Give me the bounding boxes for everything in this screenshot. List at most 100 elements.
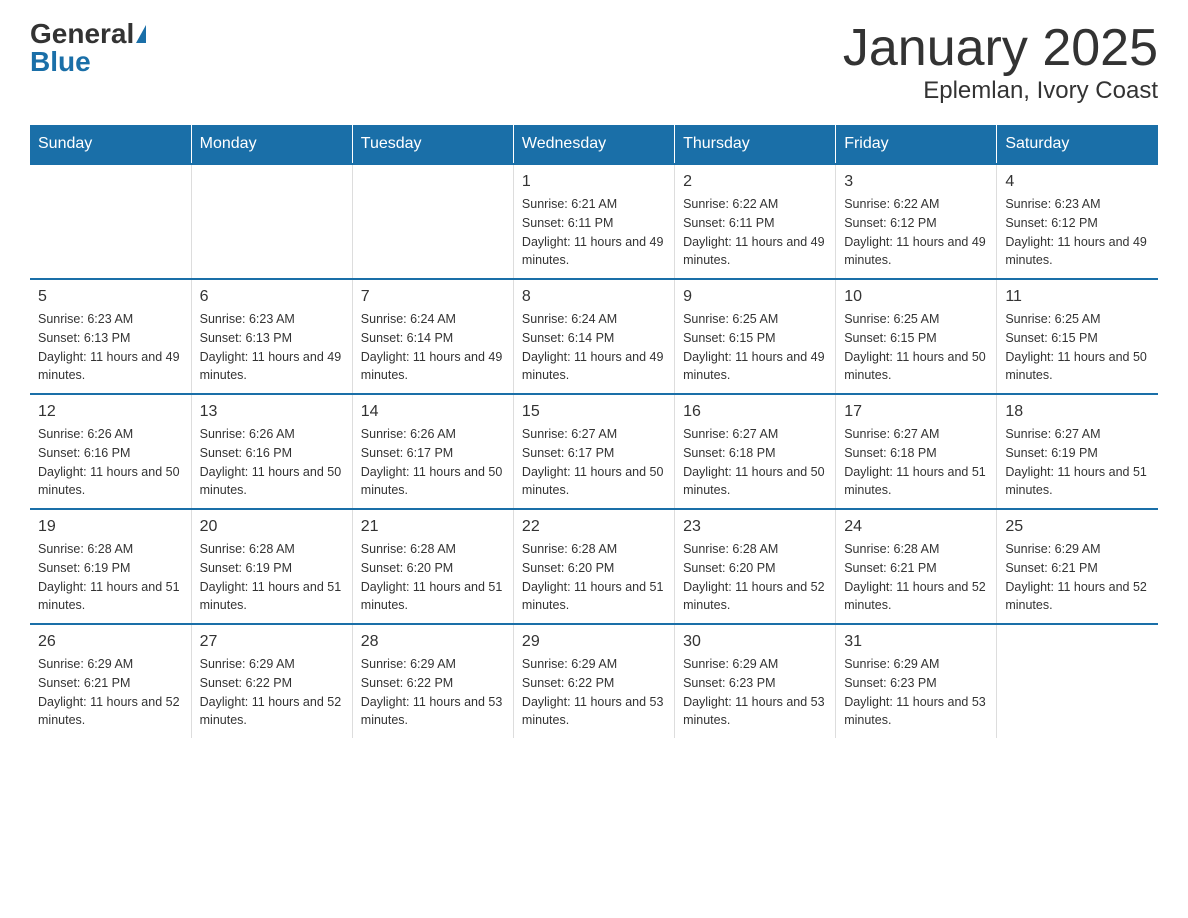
- calendar-cell: 8 Sunrise: 6:24 AM Sunset: 6:14 PM Daylig…: [513, 279, 674, 394]
- day-info: Sunrise: 6:28 AM Sunset: 6:20 PM Dayligh…: [683, 540, 827, 615]
- calendar-cell: 12Sunrise: 6:26 AM Sunset: 6:16 PM Dayli…: [30, 394, 191, 509]
- logo-triangle-icon: [136, 25, 146, 43]
- day-info: Sunrise: 6:29 AM Sunset: 6:23 PM Dayligh…: [683, 655, 827, 730]
- calendar-cell: 17 Sunrise: 6:27 AM Sunset: 6:18 PM Dayli…: [836, 394, 997, 509]
- calendar-cell: 3Sunrise: 6:22 AM Sunset: 6:12 PM Daylig…: [836, 164, 997, 279]
- day-number: 8: [522, 288, 666, 306]
- day-of-week-header: Wednesday: [513, 125, 674, 164]
- calendar-table: SundayMondayTuesdayWednesdayThursdayFrid…: [30, 125, 1158, 738]
- day-info: Sunrise: 6:27 AM Sunset: 6:19 PM Dayligh…: [1005, 425, 1150, 500]
- day-number: 20: [200, 518, 344, 536]
- day-info: Sunrise: 6:27 AM Sunset: 6:18 PM Dayligh…: [844, 425, 988, 500]
- day-number: 11: [1005, 288, 1150, 306]
- day-info: Sunrise: 6:29 AM Sunset: 6:23 PM Dayligh…: [844, 655, 988, 730]
- calendar-cell: 1 Sunrise: 6:21 AM Sunset: 6:11 PM Daylig…: [513, 164, 674, 279]
- logo-general-text: General: [30, 20, 134, 48]
- day-info: Sunrise: 6:24 AM Sunset: 6:14 PM Dayligh…: [522, 310, 666, 385]
- day-info: Sunrise: 6:21 AM Sunset: 6:11 PM Dayligh…: [522, 195, 666, 270]
- day-number: 21: [361, 518, 505, 536]
- calendar-cell: 6Sunrise: 6:23 AM Sunset: 6:13 PM Daylig…: [191, 279, 352, 394]
- day-number: 4: [1005, 173, 1150, 191]
- calendar-cell: 19 Sunrise: 6:28 AM Sunset: 6:19 PM Dayli…: [30, 509, 191, 624]
- logo-blue-text: Blue: [30, 48, 91, 76]
- calendar-cell: 22 Sunrise: 6:28 AM Sunset: 6:20 PM Dayli…: [513, 509, 674, 624]
- day-info: Sunrise: 6:23 AM Sunset: 6:13 PM Dayligh…: [38, 310, 183, 385]
- calendar-week-row: 19 Sunrise: 6:28 AM Sunset: 6:19 PM Dayli…: [30, 509, 1158, 624]
- calendar-cell: 27Sunrise: 6:29 AM Sunset: 6:22 PM Dayli…: [191, 624, 352, 738]
- day-of-week-header: Monday: [191, 125, 352, 164]
- calendar-cell: [352, 164, 513, 279]
- calendar-cell: 4 Sunrise: 6:23 AM Sunset: 6:12 PM Daylig…: [997, 164, 1158, 279]
- day-info: Sunrise: 6:27 AM Sunset: 6:18 PM Dayligh…: [683, 425, 827, 500]
- day-info: Sunrise: 6:22 AM Sunset: 6:11 PM Dayligh…: [683, 195, 827, 270]
- day-info: Sunrise: 6:27 AM Sunset: 6:17 PM Dayligh…: [522, 425, 666, 500]
- day-of-week-header: Thursday: [675, 125, 836, 164]
- page-header: General Blue January 2025 Eplemlan, Ivor…: [30, 20, 1158, 105]
- day-number: 14: [361, 403, 505, 421]
- calendar-cell: 23 Sunrise: 6:28 AM Sunset: 6:20 PM Dayli…: [675, 509, 836, 624]
- day-info: Sunrise: 6:26 AM Sunset: 6:16 PM Dayligh…: [200, 425, 344, 500]
- day-number: 13: [200, 403, 344, 421]
- day-number: 12: [38, 403, 183, 421]
- day-number: 28: [361, 633, 505, 651]
- day-number: 30: [683, 633, 827, 651]
- day-of-week-header: Saturday: [997, 125, 1158, 164]
- day-info: Sunrise: 6:28 AM Sunset: 6:20 PM Dayligh…: [522, 540, 666, 615]
- day-number: 23: [683, 518, 827, 536]
- calendar-cell: 29 Sunrise: 6:29 AM Sunset: 6:22 PM Dayli…: [513, 624, 674, 738]
- day-number: 27: [200, 633, 344, 651]
- day-info: Sunrise: 6:25 AM Sunset: 6:15 PM Dayligh…: [683, 310, 827, 385]
- calendar-cell: 14 Sunrise: 6:26 AM Sunset: 6:17 PM Dayli…: [352, 394, 513, 509]
- calendar-cell: 21 Sunrise: 6:28 AM Sunset: 6:20 PM Dayli…: [352, 509, 513, 624]
- day-number: 31: [844, 633, 988, 651]
- calendar-cell: 30 Sunrise: 6:29 AM Sunset: 6:23 PM Dayli…: [675, 624, 836, 738]
- day-number: 29: [522, 633, 666, 651]
- calendar-cell: 24 Sunrise: 6:28 AM Sunset: 6:21 PM Dayli…: [836, 509, 997, 624]
- calendar-cell: 15 Sunrise: 6:27 AM Sunset: 6:17 PM Dayli…: [513, 394, 674, 509]
- day-info: Sunrise: 6:26 AM Sunset: 6:17 PM Dayligh…: [361, 425, 505, 500]
- calendar-cell: 11 Sunrise: 6:25 AM Sunset: 6:15 PM Dayli…: [997, 279, 1158, 394]
- day-number: 22: [522, 518, 666, 536]
- logo: General Blue: [30, 20, 146, 76]
- day-number: 9: [683, 288, 827, 306]
- title-block: January 2025 Eplemlan, Ivory Coast: [843, 20, 1158, 105]
- calendar-cell: 20Sunrise: 6:28 AM Sunset: 6:19 PM Dayli…: [191, 509, 352, 624]
- day-number: 5: [38, 288, 183, 306]
- day-info: Sunrise: 6:23 AM Sunset: 6:12 PM Dayligh…: [1005, 195, 1150, 270]
- calendar-week-row: 5 Sunrise: 6:23 AM Sunset: 6:13 PM Daylig…: [30, 279, 1158, 394]
- day-number: 15: [522, 403, 666, 421]
- day-of-week-header: Tuesday: [352, 125, 513, 164]
- calendar-cell: 31 Sunrise: 6:29 AM Sunset: 6:23 PM Dayli…: [836, 624, 997, 738]
- day-number: 17: [844, 403, 988, 421]
- day-info: Sunrise: 6:29 AM Sunset: 6:21 PM Dayligh…: [38, 655, 183, 730]
- calendar-cell: 25 Sunrise: 6:29 AM Sunset: 6:21 PM Dayli…: [997, 509, 1158, 624]
- calendar-header-row: SundayMondayTuesdayWednesdayThursdayFrid…: [30, 125, 1158, 164]
- calendar-cell: 9 Sunrise: 6:25 AM Sunset: 6:15 PM Daylig…: [675, 279, 836, 394]
- day-number: 25: [1005, 518, 1150, 536]
- day-of-week-header: Sunday: [30, 125, 191, 164]
- day-number: 1: [522, 173, 666, 191]
- day-info: Sunrise: 6:28 AM Sunset: 6:19 PM Dayligh…: [38, 540, 183, 615]
- day-info: Sunrise: 6:28 AM Sunset: 6:20 PM Dayligh…: [361, 540, 505, 615]
- calendar-cell: [997, 624, 1158, 738]
- calendar-cell: 10Sunrise: 6:25 AM Sunset: 6:15 PM Dayli…: [836, 279, 997, 394]
- day-info: Sunrise: 6:29 AM Sunset: 6:21 PM Dayligh…: [1005, 540, 1150, 615]
- day-info: Sunrise: 6:24 AM Sunset: 6:14 PM Dayligh…: [361, 310, 505, 385]
- calendar-cell: 7Sunrise: 6:24 AM Sunset: 6:14 PM Daylig…: [352, 279, 513, 394]
- calendar-cell: 16 Sunrise: 6:27 AM Sunset: 6:18 PM Dayli…: [675, 394, 836, 509]
- calendar-cell: [30, 164, 191, 279]
- day-info: Sunrise: 6:22 AM Sunset: 6:12 PM Dayligh…: [844, 195, 988, 270]
- day-number: 10: [844, 288, 988, 306]
- day-number: 19: [38, 518, 183, 536]
- calendar-cell: 18 Sunrise: 6:27 AM Sunset: 6:19 PM Dayli…: [997, 394, 1158, 509]
- day-number: 24: [844, 518, 988, 536]
- day-number: 6: [200, 288, 344, 306]
- day-info: Sunrise: 6:28 AM Sunset: 6:21 PM Dayligh…: [844, 540, 988, 615]
- calendar-subtitle: Eplemlan, Ivory Coast: [843, 77, 1158, 105]
- day-number: 16: [683, 403, 827, 421]
- calendar-cell: 5 Sunrise: 6:23 AM Sunset: 6:13 PM Daylig…: [30, 279, 191, 394]
- day-info: Sunrise: 6:29 AM Sunset: 6:22 PM Dayligh…: [522, 655, 666, 730]
- day-info: Sunrise: 6:29 AM Sunset: 6:22 PM Dayligh…: [361, 655, 505, 730]
- day-number: 18: [1005, 403, 1150, 421]
- day-info: Sunrise: 6:25 AM Sunset: 6:15 PM Dayligh…: [1005, 310, 1150, 385]
